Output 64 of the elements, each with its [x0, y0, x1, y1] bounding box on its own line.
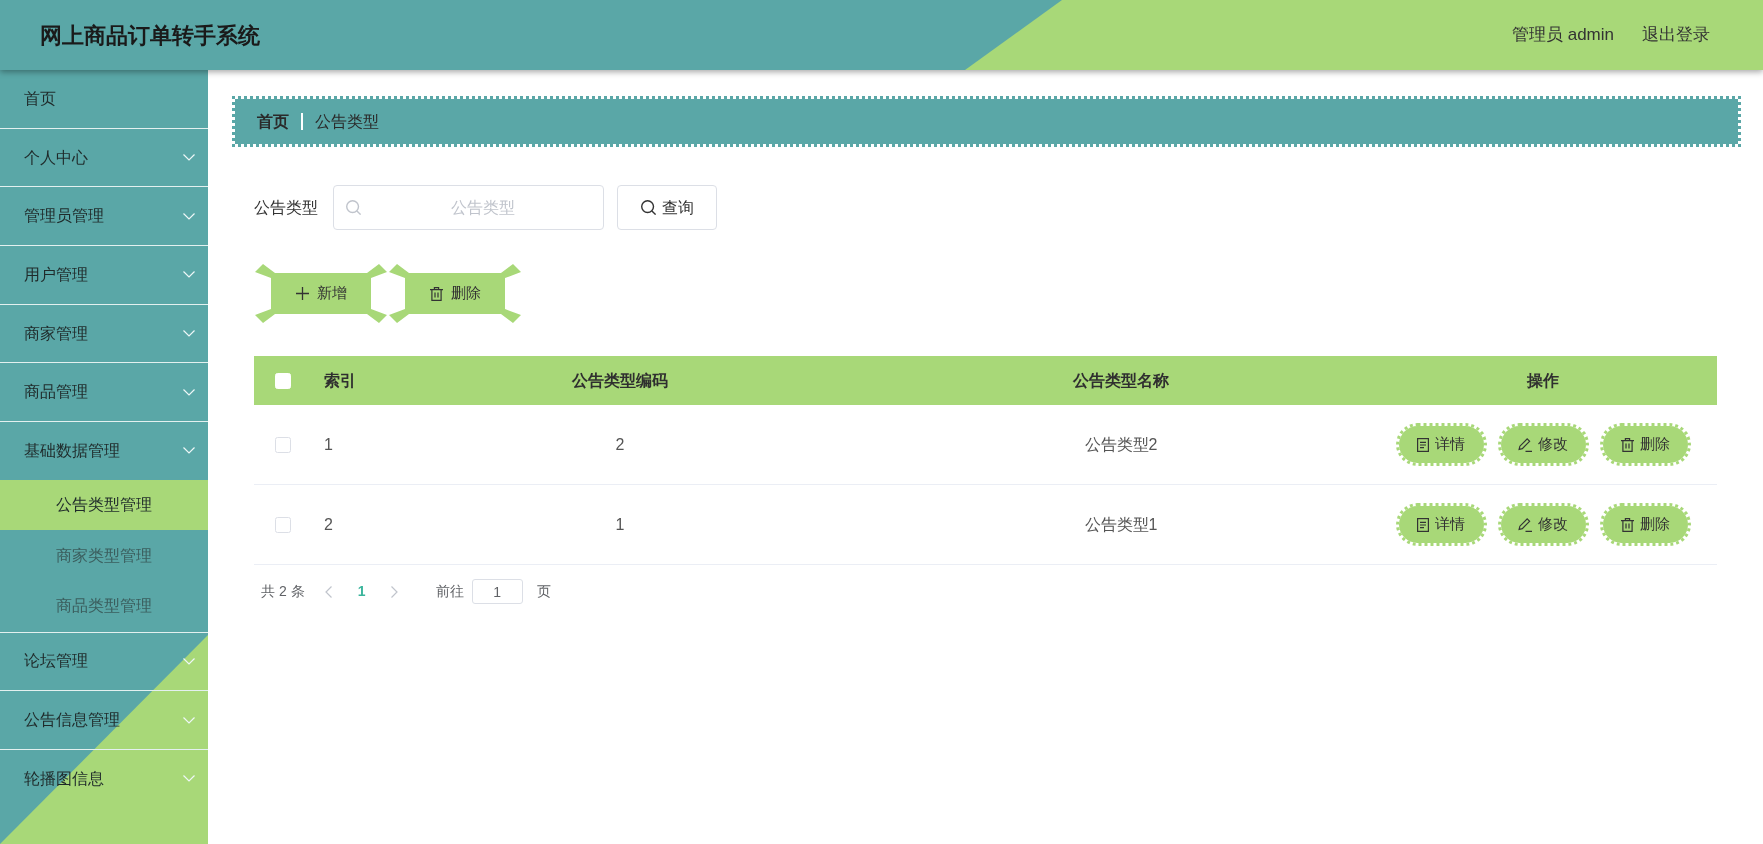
user-name: 管理员 admin — [1511, 24, 1614, 47]
sidebar-menu-item[interactable]: 管理员管理 — [0, 187, 208, 246]
column-header: 操作 — [1527, 370, 1559, 391]
search-field[interactable]: 公告类型 — [333, 185, 604, 230]
sidebar-menu-item[interactable]: 轮播图信息 — [0, 749, 208, 808]
total-count: 共 2 条 — [261, 582, 305, 601]
table-cell-text: 2 — [615, 434, 625, 455]
table-cell-text: 2 — [324, 514, 333, 535]
sidebar-menu-item[interactable]: 个人中心 — [0, 128, 208, 187]
pencil-icon — [1518, 437, 1532, 452]
delete-button[interactable]: 删除 — [389, 264, 521, 323]
plus-icon — [295, 287, 309, 300]
chevron-down-icon — [183, 716, 195, 724]
sidebar-menu-item[interactable]: 公告信息管理 — [0, 691, 208, 749]
table-cell-text: 1 — [615, 514, 625, 535]
pencil-icon — [1518, 517, 1532, 532]
breadcrumb-link[interactable]: 首页 — [257, 109, 289, 134]
delete-button[interactable]: 删除 — [1599, 423, 1691, 466]
chevron-down-icon — [183, 775, 195, 783]
search-icon — [346, 200, 361, 215]
query-button[interactable]: 查询 — [617, 185, 717, 230]
app-title: 网上商品订单转手系统 — [39, 21, 260, 50]
chevron-down-icon — [183, 330, 195, 338]
chevron-down-icon — [183, 657, 195, 665]
edit-button[interactable]: 修改 — [1497, 423, 1589, 466]
chevron-down-icon — [183, 154, 195, 162]
sidebar-menu-item[interactable]: 首页 — [0, 70, 208, 128]
search-icon — [640, 200, 656, 215]
delete-button[interactable]: 删除 — [1599, 503, 1691, 546]
table-cell-text: 1 — [324, 434, 333, 455]
chevron-down-icon — [183, 212, 195, 220]
checkbox[interactable] — [275, 436, 291, 453]
add-button[interactable]: 新增 — [255, 264, 387, 323]
column-header: 索引 — [324, 370, 356, 391]
sidebar-submenu-item[interactable]: 公告类型管理 — [0, 479, 208, 531]
sidebar-menu-item[interactable]: 用户管理 — [0, 246, 208, 304]
column-header: 公告类型编码 — [572, 370, 668, 391]
chevron-down-icon — [183, 447, 195, 455]
chevron-down-icon — [183, 271, 195, 279]
goto-label: 前往 — [435, 582, 464, 601]
table-cell-text: 公告类型1 — [1084, 514, 1158, 535]
document-icon — [1417, 517, 1429, 532]
checkbox[interactable] — [275, 516, 291, 533]
breadcrumb-current: 公告类型 — [315, 111, 379, 132]
sidebar-menu-item[interactable]: 商品管理 — [0, 363, 208, 422]
sidebar-menu-item[interactable]: 商家管理 — [0, 304, 208, 363]
trash-icon — [429, 286, 443, 301]
logout-link[interactable]: 退出登录 — [1642, 22, 1710, 48]
page-number-field[interactable]: 1 — [471, 579, 523, 604]
page-suffix: 页 — [536, 582, 551, 601]
table-cell-text: 公告类型2 — [1084, 434, 1158, 455]
trash-icon — [1620, 517, 1634, 532]
search-label: 公告类型 — [254, 197, 318, 218]
trash-icon — [1620, 437, 1634, 452]
next-page-icon[interactable] — [390, 585, 398, 598]
detail-button[interactable]: 详情 — [1395, 423, 1487, 466]
previous-page-icon[interactable] — [324, 585, 332, 598]
edit-button[interactable]: 修改 — [1497, 503, 1589, 546]
document-icon — [1417, 437, 1429, 452]
detail-button[interactable]: 详情 — [1395, 503, 1487, 546]
sidebar-menu-item[interactable]: 基础数据管理 — [0, 422, 208, 480]
column-header: 公告类型名称 — [1073, 370, 1169, 391]
sidebar-menu-item[interactable]: 论坛管理 — [0, 632, 208, 691]
chevron-down-icon — [183, 388, 195, 396]
